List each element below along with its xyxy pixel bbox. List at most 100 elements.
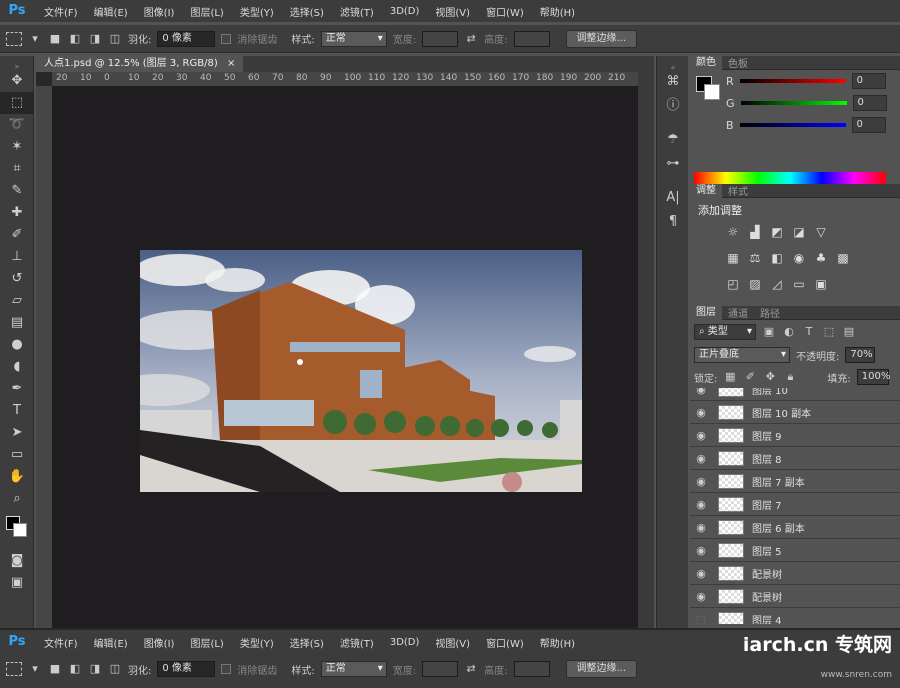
green-value-input[interactable]: 0 bbox=[852, 95, 887, 111]
brush-tool-icon[interactable]: ✐ bbox=[0, 224, 34, 246]
zoom-tool-icon[interactable]: ⌕ bbox=[0, 488, 34, 510]
paragraph-icon[interactable]: ¶ bbox=[657, 210, 689, 234]
filter-type-icon[interactable]: T bbox=[802, 325, 816, 339]
blue-slider[interactable] bbox=[739, 123, 846, 127]
menu-3d[interactable]: 3D(D) bbox=[382, 637, 428, 648]
layer-row[interactable]: ◉ 配景树 bbox=[690, 585, 900, 608]
collapse-icon[interactable]: » bbox=[0, 56, 34, 71]
blur-tool-icon[interactable]: ● bbox=[0, 334, 34, 356]
menu-view[interactable]: 视图(V) bbox=[427, 4, 478, 19]
visibility-eye-icon[interactable]: ◉ bbox=[690, 429, 712, 442]
refine-edge-button[interactable]: 调整边缘... bbox=[565, 660, 638, 678]
expand-icon[interactable]: « bbox=[657, 56, 689, 72]
selective-color-icon[interactable]: ▣ bbox=[814, 277, 828, 291]
fill-input[interactable]: 100% bbox=[856, 369, 890, 385]
menu-type[interactable]: 类型(Y) bbox=[232, 4, 282, 19]
lock-transparent-icon[interactable]: ▦ bbox=[723, 370, 737, 384]
width-input[interactable] bbox=[422, 661, 459, 677]
history-brush-tool-icon[interactable]: ↺ bbox=[0, 268, 34, 290]
filter-pixel-icon[interactable]: ▣ bbox=[762, 325, 776, 339]
visibility-eye-icon[interactable]: ◉ bbox=[690, 388, 712, 396]
canvas-area[interactable] bbox=[52, 86, 638, 628]
menu-filter[interactable]: 滤镜(T) bbox=[332, 4, 382, 19]
character-icon[interactable]: A| bbox=[657, 186, 689, 210]
menu-edit[interactable]: 编辑(E) bbox=[86, 635, 136, 650]
exposure-icon[interactable]: ◪ bbox=[792, 225, 806, 239]
intersect-selection-icon[interactable]: ◫ bbox=[108, 32, 122, 46]
new-selection-icon[interactable]: ■ bbox=[48, 662, 62, 676]
gradient-tool-icon[interactable]: ▤ bbox=[0, 312, 34, 334]
marquee-preset-icon[interactable] bbox=[6, 662, 22, 676]
opacity-input[interactable]: 70% bbox=[845, 347, 876, 363]
brush-presets-icon[interactable]: ☂ bbox=[657, 128, 689, 152]
visibility-eye-icon[interactable]: ◉ bbox=[690, 590, 712, 603]
crop-tool-icon[interactable]: ⌗ bbox=[0, 158, 34, 180]
layer-row[interactable]: ◉ 图层 7 bbox=[690, 493, 900, 516]
lock-move-icon[interactable]: ✥ bbox=[763, 370, 777, 384]
height-input[interactable] bbox=[513, 30, 550, 47]
history-icon[interactable]: ⌘ bbox=[657, 70, 689, 94]
antialias-checkbox[interactable] bbox=[221, 33, 232, 44]
menu-file[interactable]: 文件(F) bbox=[36, 635, 86, 650]
pen-tool-icon[interactable]: ✒ bbox=[0, 378, 34, 400]
screen-mode-icon[interactable]: ▣ bbox=[0, 572, 34, 594]
eyedropper-tool-icon[interactable]: ✎ bbox=[0, 180, 34, 202]
style-select[interactable]: 正常 bbox=[320, 661, 387, 677]
chevron-down-icon[interactable]: ▾ bbox=[28, 32, 42, 46]
photo-filter-icon[interactable]: ◉ bbox=[792, 251, 806, 265]
posterize-icon[interactable]: ▨ bbox=[748, 277, 762, 291]
menu-view[interactable]: 视图(V) bbox=[427, 635, 478, 650]
layer-row[interactable]: ◉ 图层 5 bbox=[690, 539, 900, 562]
green-slider[interactable] bbox=[740, 101, 847, 105]
color-swatches[interactable] bbox=[0, 510, 33, 550]
menu-select[interactable]: 选择(S) bbox=[282, 635, 332, 650]
layer-row[interactable]: ◉ 图层 6 副本 bbox=[690, 516, 900, 539]
red-slider[interactable] bbox=[739, 79, 846, 83]
layer-row[interactable]: ◉ 配景树 bbox=[690, 562, 900, 585]
layer-row[interactable]: ◉ 图层 7 副本 bbox=[690, 470, 900, 493]
marquee-tool-icon[interactable]: ⬚ bbox=[0, 92, 34, 114]
tab-paths[interactable]: 路径 bbox=[754, 305, 786, 320]
bw-icon[interactable]: ◧ bbox=[770, 251, 784, 265]
visibility-eye-icon[interactable]: ◉ bbox=[690, 521, 712, 534]
tool-presets-icon[interactable]: ⊶ bbox=[657, 152, 689, 176]
menu-3d[interactable]: 3D(D) bbox=[382, 6, 428, 17]
tab-adjustments[interactable]: 调整 bbox=[690, 183, 722, 198]
move-tool-icon[interactable]: ✥ bbox=[0, 70, 34, 92]
visibility-eye-icon[interactable]: ▢ bbox=[690, 613, 712, 625]
stamp-tool-icon[interactable]: ⊥ bbox=[0, 246, 34, 268]
layer-filter-select[interactable]: ⌕ 类型 bbox=[694, 324, 756, 340]
curves-icon[interactable]: ◩ bbox=[770, 225, 784, 239]
layer-row[interactable]: ▢ 图层 4 bbox=[690, 608, 900, 624]
filter-adjust-icon[interactable]: ◐ bbox=[782, 325, 796, 339]
layer-row[interactable]: ◉ 图层 10 副本 bbox=[690, 401, 900, 424]
background-color-swatch[interactable] bbox=[13, 523, 27, 537]
path-select-tool-icon[interactable]: ➤ bbox=[0, 422, 34, 444]
antialias-checkbox[interactable] bbox=[221, 664, 232, 674]
tab-color[interactable]: 颜色 bbox=[690, 55, 722, 70]
document-tab[interactable]: 人点1.psd @ 12.5% (图层 3, RGB/8) × bbox=[36, 56, 244, 72]
feather-input[interactable]: 0 像素 bbox=[157, 661, 216, 677]
menu-help[interactable]: 帮助(H) bbox=[532, 635, 583, 650]
menu-layer[interactable]: 图层(L) bbox=[182, 635, 231, 650]
tab-layers[interactable]: 图层 bbox=[690, 305, 722, 320]
levels-icon[interactable]: ▟ bbox=[748, 225, 762, 239]
menu-edit[interactable]: 编辑(E) bbox=[86, 4, 136, 19]
swap-icon[interactable]: ⇄ bbox=[464, 32, 478, 46]
tab-swatches[interactable]: 色板 bbox=[722, 55, 754, 70]
visibility-eye-icon[interactable]: ◉ bbox=[690, 498, 712, 511]
channel-mixer-icon[interactable]: ♣ bbox=[814, 251, 828, 265]
red-value-input[interactable]: 0 bbox=[851, 73, 886, 89]
type-tool-icon[interactable]: T bbox=[0, 400, 34, 422]
balance-icon[interactable]: ⚖ bbox=[748, 251, 762, 265]
marquee-preset-icon[interactable] bbox=[6, 31, 22, 46]
visibility-eye-icon[interactable]: ◉ bbox=[690, 475, 712, 488]
dodge-tool-icon[interactable]: ◖ bbox=[0, 356, 34, 378]
hand-tool-icon[interactable]: ✋ bbox=[0, 466, 34, 488]
quick-mask-icon[interactable]: ◙ bbox=[0, 550, 34, 572]
blend-mode-select[interactable]: 正片叠底 bbox=[694, 347, 790, 363]
chevron-down-icon[interactable]: ▾ bbox=[28, 662, 42, 676]
add-selection-icon[interactable]: ◧ bbox=[68, 662, 82, 676]
menu-select[interactable]: 选择(S) bbox=[282, 4, 332, 19]
subtract-selection-icon[interactable]: ◨ bbox=[88, 32, 102, 46]
